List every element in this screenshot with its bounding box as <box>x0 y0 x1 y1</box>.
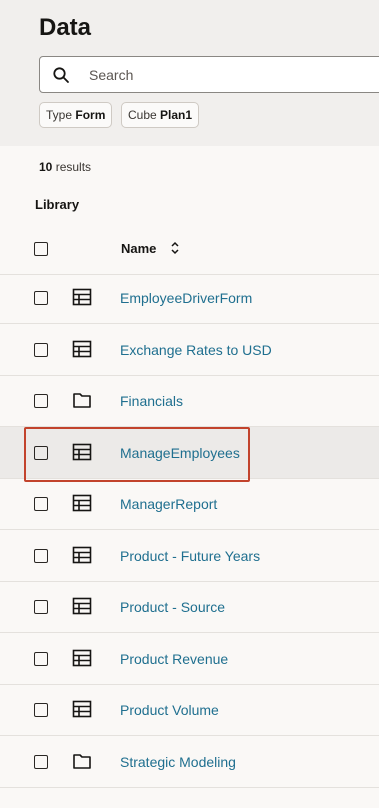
form-icon <box>72 494 92 512</box>
item-name-link[interactable]: Strategic Modeling <box>120 754 236 770</box>
row-checkbox[interactable] <box>34 343 48 357</box>
select-all-checkbox[interactable] <box>34 242 48 256</box>
folder-icon <box>72 391 92 409</box>
form-icon <box>72 597 92 615</box>
form-icon <box>72 700 92 718</box>
table-row[interactable]: Product - Source <box>0 581 379 633</box>
page-title: Data <box>39 14 92 41</box>
results-count-number: 10 <box>39 160 53 174</box>
item-name-link[interactable]: EmployeeDriverForm <box>120 290 252 306</box>
item-name-link[interactable]: ManagerReport <box>120 496 217 512</box>
filter-chip-value: Form <box>75 108 106 122</box>
search-input[interactable]: Search <box>89 67 133 83</box>
table-row[interactable]: Strategic Modeling <box>0 736 379 788</box>
row-checkbox[interactable] <box>34 755 48 769</box>
item-name-link[interactable]: Product Volume <box>120 702 219 718</box>
row-checkbox[interactable] <box>34 652 48 666</box>
search-icon <box>53 67 69 83</box>
table-row[interactable]: Product Volume <box>0 684 379 736</box>
row-checkbox[interactable] <box>34 703 48 717</box>
folder-icon <box>72 752 92 770</box>
header-panel: Data Search Type Form Cube Plan1 <box>0 0 379 146</box>
name-column-header[interactable]: Name <box>121 241 156 256</box>
item-name-link[interactable]: Exchange Rates to USD <box>120 342 272 358</box>
form-icon <box>72 546 92 564</box>
table-row[interactable]: ManagerReport <box>0 478 379 530</box>
item-name-link[interactable]: Product Revenue <box>120 651 228 667</box>
filter-chip-cube[interactable]: Cube Plan1 <box>121 102 200 128</box>
form-icon <box>72 288 92 306</box>
results-count-suffix: results <box>55 160 92 174</box>
item-name-link[interactable]: Product - Future Years <box>120 548 260 564</box>
form-icon <box>72 443 92 461</box>
table-row[interactable]: Product - Future Years <box>0 530 379 582</box>
table-row[interactable]: Exchange Rates to USD <box>0 324 379 376</box>
row-checkbox[interactable] <box>34 394 48 408</box>
row-checkbox[interactable] <box>34 446 48 460</box>
row-checkbox[interactable] <box>34 549 48 563</box>
section-label: Library <box>35 197 80 212</box>
row-checkbox[interactable] <box>34 600 48 614</box>
row-checkbox[interactable] <box>34 291 48 305</box>
row-checkbox[interactable] <box>34 497 48 511</box>
sort-icon[interactable] <box>170 241 180 255</box>
table-header-row <box>0 223 379 275</box>
search-box[interactable]: Search <box>39 56 379 93</box>
form-icon <box>72 340 92 358</box>
filter-chip-key: Type <box>46 108 73 122</box>
table-row[interactable]: ManageEmployees <box>0 427 379 479</box>
filter-chip-type[interactable]: Type Form <box>39 102 113 128</box>
table-row[interactable]: Product Revenue <box>0 633 379 685</box>
item-name-link[interactable]: Product - Source <box>120 599 225 615</box>
table-row[interactable]: Financials <box>0 375 379 427</box>
form-icon <box>72 649 92 667</box>
item-name-link[interactable]: ManageEmployees <box>120 445 240 461</box>
table-row[interactable]: EmployeeDriverForm <box>0 272 379 324</box>
item-name-link[interactable]: Financials <box>120 393 183 409</box>
filter-chip-value: Plan1 <box>160 108 193 122</box>
filter-chip-key: Cube <box>128 108 157 122</box>
results-count: 10 results <box>39 160 91 174</box>
